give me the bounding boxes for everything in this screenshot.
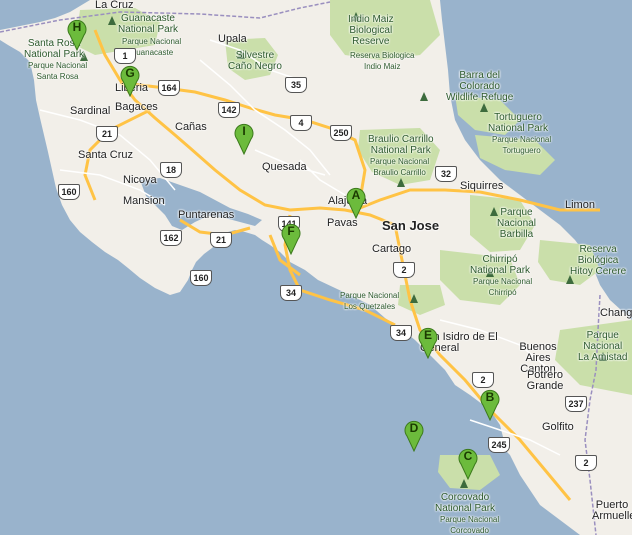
park-sublabel-braulio: Parque Nacional Braulio Carrillo: [370, 157, 430, 177]
map-marker-e[interactable]: E: [418, 325, 438, 359]
city-label: Sardinal: [70, 105, 111, 117]
city-label: Santa Cruz: [78, 149, 134, 161]
map-marker-d[interactable]: D: [404, 418, 424, 452]
route-shield: 2: [575, 455, 597, 471]
map-canvas[interactable]: La Cruz Upala Liberia Bagaces Sardinal C…: [0, 0, 632, 535]
park-label-hitoy: Reserva Biológica Hitoy Cerere: [570, 244, 627, 277]
city-label: Upala: [218, 33, 247, 45]
city-label: Potrero Grande: [526, 369, 564, 392]
park-tree-icon: [108, 16, 116, 25]
city-label: Cartago: [372, 243, 412, 255]
park-sublabel-indio-maiz: Reserva Biologica Indio Maiz: [350, 51, 415, 71]
route-shield: 4: [290, 115, 312, 131]
park-sublabel-chirripo: Parque Nacional Chirripó: [473, 277, 533, 297]
route-shield: 162: [160, 230, 182, 246]
route-shield: 237: [565, 396, 587, 412]
map-marker-b[interactable]: B: [480, 387, 500, 421]
route-shield: 34: [280, 285, 302, 301]
park-label-amistad: Parque Nacional La Amistad: [578, 330, 628, 363]
map-marker-f[interactable]: F: [281, 221, 301, 255]
city-label-capital: San Jose: [382, 218, 440, 233]
park-label-indio-maiz: Indio Maiz Biological Reserve: [348, 14, 394, 47]
park-label-chirripo: Chirripó National Park: [470, 254, 531, 276]
route-shield: 35: [285, 77, 307, 93]
route-shield: 250: [330, 125, 352, 141]
route-shield: 2: [393, 262, 415, 278]
park-sublabel-tortuguero: Parque Nacional Tortuguero: [492, 135, 552, 155]
map-marker-h[interactable]: H: [67, 17, 87, 51]
park-label-cano-negro: Silvestre Caño Negro: [228, 50, 282, 72]
park-sublabel-corcovado: Parque Nacional Corcovado: [440, 515, 500, 535]
city-label: La Cruz: [95, 0, 134, 11]
city-label: Changu: [600, 307, 632, 319]
route-shield: 142: [218, 102, 240, 118]
park-label-barbilla: Parque Nacional Barbilla: [497, 207, 536, 240]
park-label-tortuguero: Tortuguero National Park: [488, 112, 549, 134]
route-shield: 21: [210, 232, 232, 248]
park-tree-icon: [420, 92, 428, 101]
park-label-braulio: Braulio Carrillo National Park: [368, 134, 434, 156]
city-label: Puntarenas: [178, 209, 235, 221]
city-label: Puerto Armuelles: [592, 499, 632, 522]
city-label: Nicoya: [123, 174, 157, 186]
city-label: Quesada: [262, 161, 307, 173]
route-shield: 160: [58, 184, 80, 200]
route-shield: 32: [435, 166, 457, 182]
park-tree-icon: [480, 103, 488, 112]
route-shield: 164: [158, 80, 180, 96]
park-sublabel-santa-rosa: Parque Nacional Santa Rosa: [28, 61, 88, 81]
park-label-quetzales: Parque Nacional Los Quetzales: [340, 291, 400, 311]
city-label: Golfito: [542, 421, 574, 433]
map-marker-a[interactable]: A: [346, 185, 366, 219]
city-label: Pavas: [327, 217, 358, 229]
map-base: [0, 0, 632, 535]
map-marker-i[interactable]: I: [234, 121, 254, 155]
city-label: Cañas: [175, 121, 207, 133]
map-marker-c[interactable]: C: [458, 446, 478, 480]
park-tree-icon: [460, 479, 468, 488]
route-shield: 1: [114, 48, 136, 64]
route-shield: 2: [472, 372, 494, 388]
city-label: Bagaces: [115, 101, 158, 113]
park-label-barra-colorado: Barra del Colorado Wildlife Refuge: [446, 70, 514, 103]
park-tree-icon: [410, 294, 418, 303]
park-tree-icon: [397, 178, 405, 187]
park-label-corcovado: Corcovado National Park: [435, 492, 496, 514]
route-shield: 21: [96, 126, 118, 142]
route-shield: 18: [160, 162, 182, 178]
city-label: Mansion: [123, 195, 165, 207]
city-label: Limon: [565, 199, 595, 211]
route-shield: 160: [190, 270, 212, 286]
route-shield: 34: [390, 325, 412, 341]
map-marker-g[interactable]: G: [120, 63, 140, 97]
route-shield: 245: [488, 437, 510, 453]
park-label-guanacaste: Guanacaste National Park: [118, 13, 179, 35]
city-label: Siquirres: [460, 180, 504, 192]
